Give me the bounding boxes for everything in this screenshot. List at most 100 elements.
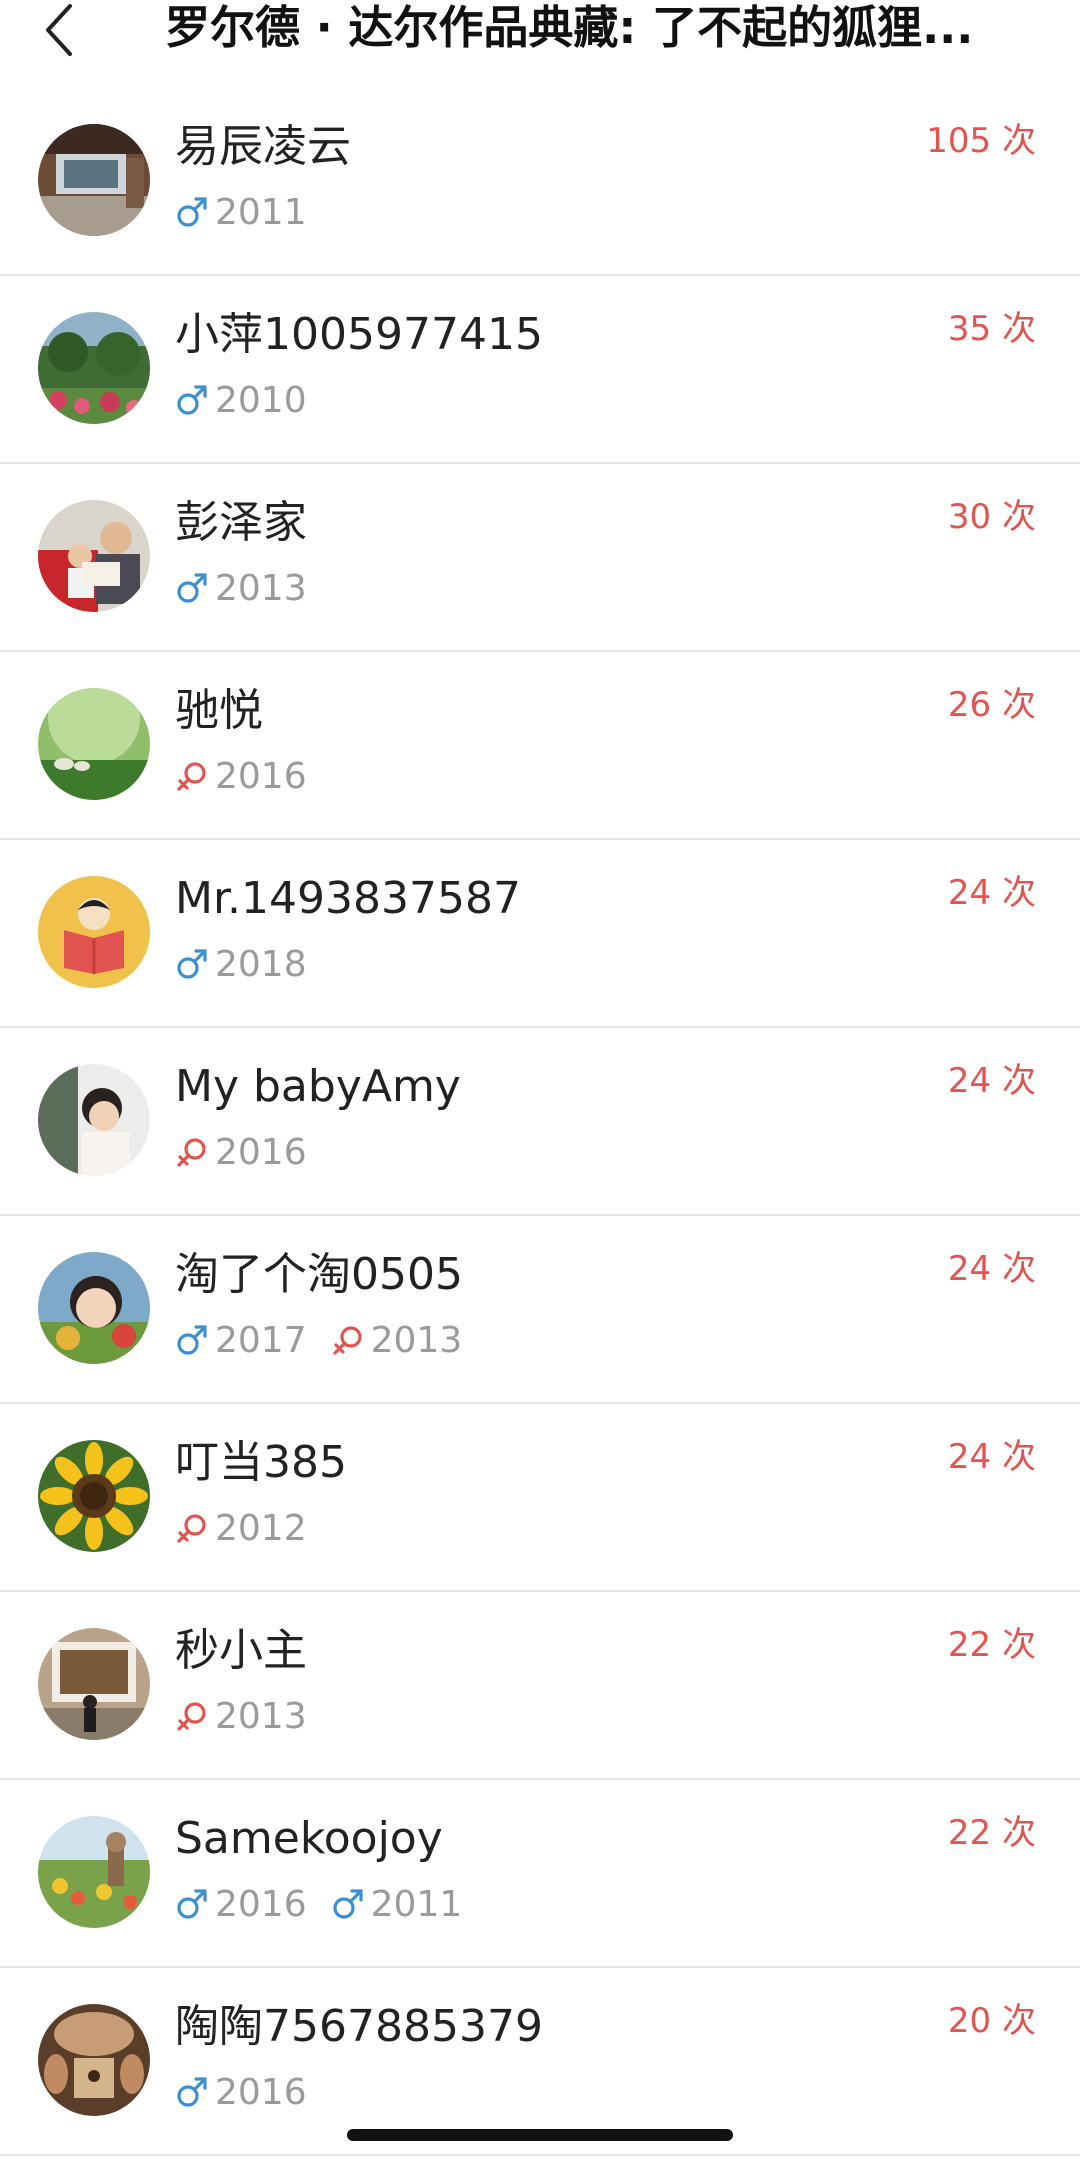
read-count: 24 次 <box>947 873 1036 913</box>
male-icon <box>177 197 207 227</box>
female-icon <box>177 1514 206 1543</box>
child-tag: 2013 <box>175 1696 307 1737</box>
child-tag: 2013 <box>331 1319 463 1361</box>
male-icon <box>177 573 207 603</box>
child-year: 2018 <box>215 943 307 985</box>
list-item[interactable]: Mr.1493837587 2018 24 次 <box>0 840 1080 1028</box>
child-year: 2012 <box>215 1507 307 1549</box>
read-count: 22 次 <box>947 1813 1036 1853</box>
male-icon <box>333 1889 363 1919</box>
read-count: 24 次 <box>947 1249 1036 1289</box>
child-tag: 2011 <box>175 192 307 233</box>
child-tag: 2016 <box>175 2072 307 2113</box>
male-icon <box>177 385 207 415</box>
read-count: 22 次 <box>947 1625 1036 1665</box>
child-year: 2016 <box>215 1131 307 1173</box>
avatar <box>38 1816 150 1928</box>
page-title: 罗尔德 · 达尔作品典藏: 了不起的狐狸... <box>165 1 974 54</box>
child-tag: 2011 <box>331 1883 463 1925</box>
avatar <box>38 688 150 800</box>
child-tag: 2012 <box>175 1508 307 1549</box>
reader-name: 彭泽家 <box>175 497 307 548</box>
male-icon <box>177 1325 207 1355</box>
child-tag: 2010 <box>175 380 307 421</box>
child-year: 2017 <box>215 1319 307 1361</box>
reader-name: 淘了个淘0505 <box>175 1249 463 1300</box>
avatar <box>38 1628 150 1740</box>
child-info: 2016 <box>175 1130 331 1174</box>
top-bar: 罗尔德 · 达尔作品典藏: 了不起的狐狸... <box>0 0 1080 88</box>
read-count: 24 次 <box>947 1061 1036 1101</box>
list-item[interactable]: Samekoojoy 2016 2011 22 次 <box>0 1780 1080 1968</box>
list-item[interactable]: 易辰凌云 2011 105 次 <box>0 88 1080 276</box>
child-tag: 2016 <box>175 1132 307 1173</box>
child-info: 2013 <box>175 566 331 610</box>
child-year: 2016 <box>215 755 307 797</box>
female-icon <box>177 1138 206 1167</box>
list-item[interactable]: 秒小主 2013 22 次 <box>0 1592 1080 1780</box>
child-info: 2017 2013 <box>175 1318 486 1362</box>
child-info: 2016 <box>175 754 331 798</box>
reader-list: 易辰凌云 2011 105 次 小萍1005977415 2010 35 次 彭… <box>0 88 1080 2156</box>
read-count: 24 次 <box>947 1437 1036 1477</box>
female-icon <box>177 1702 206 1731</box>
female-icon <box>177 762 206 791</box>
child-info: 2016 2011 <box>175 1882 486 1926</box>
list-item[interactable]: 叮当385 2012 24 次 <box>0 1404 1080 1592</box>
child-tag: 2017 <box>175 1320 307 1361</box>
reader-name: 陶陶7567885379 <box>175 2001 543 2052</box>
avatar <box>38 1440 150 1552</box>
reader-name: 易辰凌云 <box>175 121 351 172</box>
child-year: 2011 <box>370 1883 463 1925</box>
avatar <box>38 1064 150 1176</box>
male-icon <box>177 2077 207 2107</box>
read-count: 20 次 <box>947 2001 1036 2041</box>
read-count: 30 次 <box>947 497 1036 537</box>
read-count: 35 次 <box>947 309 1036 349</box>
child-year: 2011 <box>215 191 307 233</box>
reader-name: Mr.1493837587 <box>175 873 521 924</box>
child-tag: 2016 <box>175 1884 307 1925</box>
reader-name: 驰悦 <box>175 685 263 736</box>
reader-name: 叮当385 <box>175 1437 347 1488</box>
list-item[interactable]: 小萍1005977415 2010 35 次 <box>0 276 1080 464</box>
read-count: 105 次 <box>926 121 1036 161</box>
avatar <box>38 124 150 236</box>
female-icon <box>333 1326 362 1355</box>
child-year: 2013 <box>215 567 307 609</box>
home-indicator[interactable] <box>347 2129 733 2141</box>
child-tag: 2013 <box>175 568 307 609</box>
avatar <box>38 312 150 424</box>
child-year: 2016 <box>215 2071 307 2113</box>
male-icon <box>177 1889 207 1919</box>
back-button[interactable] <box>30 0 90 60</box>
child-year: 2013 <box>215 1695 307 1737</box>
reader-name: 秒小主 <box>175 1625 307 1676</box>
list-item[interactable]: 陶陶7567885379 2016 20 次 <box>0 1968 1080 2156</box>
reader-name: Samekoojoy <box>175 1813 443 1864</box>
list-item[interactable]: 彭泽家 2013 30 次 <box>0 464 1080 652</box>
child-info: 2010 <box>175 378 331 422</box>
avatar <box>38 2004 150 2116</box>
list-item[interactable]: 驰悦 2016 26 次 <box>0 652 1080 840</box>
avatar <box>38 876 150 988</box>
child-info: 2016 <box>175 2070 331 2114</box>
child-year: 2010 <box>215 379 307 421</box>
male-icon <box>177 949 207 979</box>
reader-name: My babyAmy <box>175 1061 461 1112</box>
avatar <box>38 1252 150 1364</box>
list-item[interactable]: My babyAmy 2016 24 次 <box>0 1028 1080 1216</box>
avatar <box>38 500 150 612</box>
chevron-left-icon <box>46 4 72 56</box>
child-tag: 2016 <box>175 756 307 797</box>
reader-name: 小萍1005977415 <box>175 309 543 360</box>
child-info: 2013 <box>175 1694 331 1738</box>
child-tag: 2018 <box>175 944 307 985</box>
child-info: 2012 <box>175 1506 331 1550</box>
child-info: 2011 <box>175 190 331 234</box>
child-year: 2016 <box>215 1883 307 1925</box>
child-year: 2013 <box>370 1319 463 1361</box>
child-info: 2018 <box>175 942 331 986</box>
list-item[interactable]: 淘了个淘0505 2017 2013 24 次 <box>0 1216 1080 1404</box>
read-count: 26 次 <box>947 685 1036 725</box>
